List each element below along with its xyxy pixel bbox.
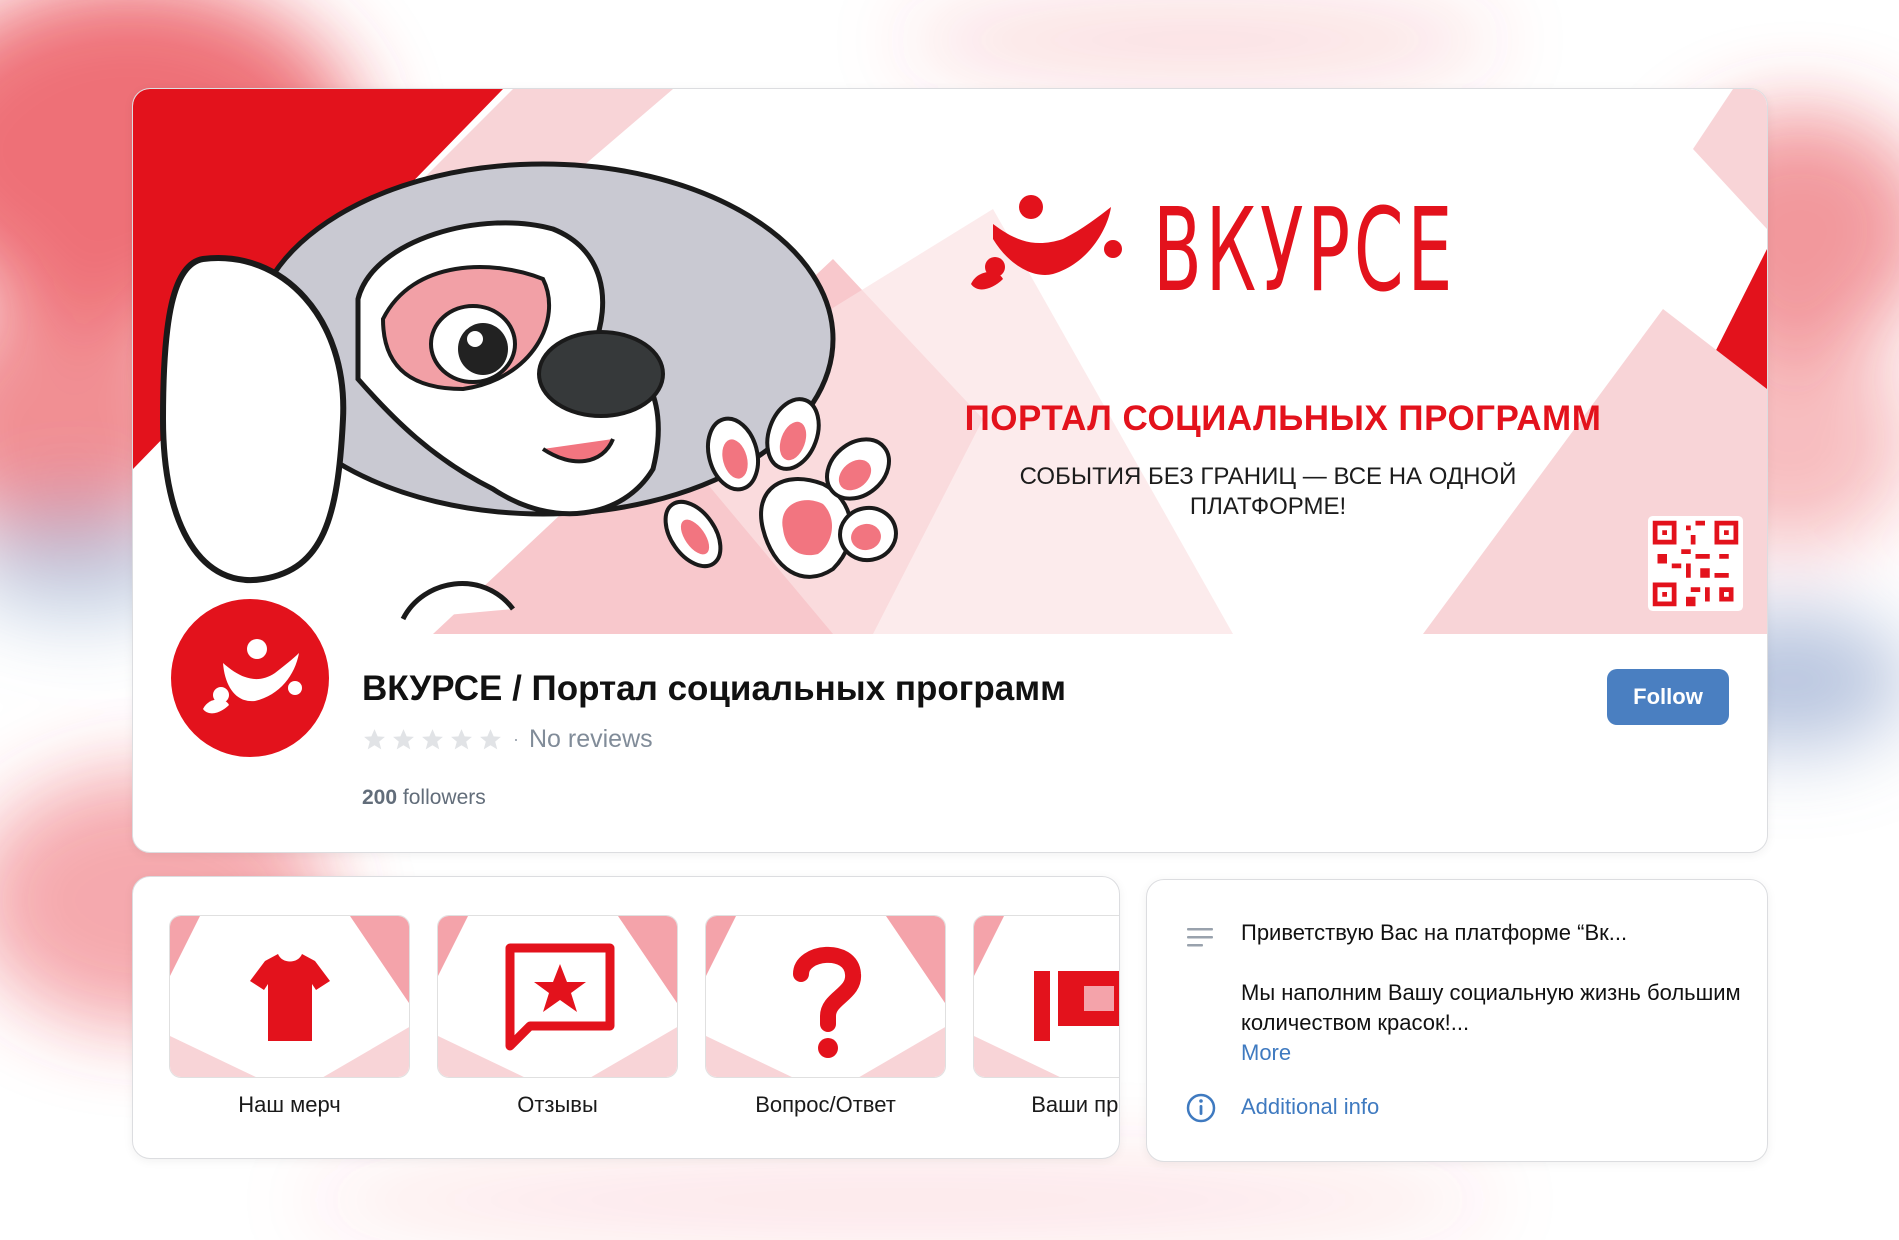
rating-row[interactable]: · No reviews bbox=[362, 725, 653, 754]
link-label: Наш мерч bbox=[238, 1092, 341, 1117]
link-label: Ваши предл bbox=[1031, 1092, 1119, 1117]
info-card: Приветствую Вас на платформе “Вк... Мы н… bbox=[1146, 879, 1768, 1162]
link-label: Отзывы bbox=[517, 1092, 598, 1117]
star-icon bbox=[364, 729, 385, 750]
cover-brand-wordmark: ВКУРСЕ bbox=[1153, 184, 1457, 318]
link-label: Вопрос/Ответ bbox=[755, 1092, 896, 1117]
reviews-text: No reviews bbox=[529, 725, 653, 753]
avatar[interactable] bbox=[168, 596, 332, 760]
star-icon bbox=[451, 729, 472, 750]
description-greeting: Приветствую Вас на платформе “Вк... bbox=[1241, 920, 1628, 945]
text-lines-icon bbox=[1187, 928, 1213, 947]
description: Приветствую Вас на платформе “Вк... Мы н… bbox=[1241, 918, 1741, 1068]
link-tile-reviews[interactable]: Отзывы bbox=[437, 915, 678, 1118]
cover-subtitle: ПОРТАЛ СОЦИАЛЬНЫХ ПРОГРАММ bbox=[964, 399, 1602, 438]
followers-count[interactable]: 200 followers bbox=[362, 786, 486, 810]
additional-info-link[interactable]: Additional info bbox=[1241, 1094, 1379, 1120]
followers-label: followers bbox=[402, 786, 486, 809]
page-title: ВКУРСЕ / Портал социальных программ bbox=[362, 669, 1066, 708]
followers-number: 200 bbox=[362, 786, 398, 809]
link-tile-suggestions[interactable]: Ваши предл bbox=[973, 915, 1119, 1118]
qr-code-icon bbox=[1648, 516, 1743, 611]
info-icon bbox=[1186, 1093, 1216, 1123]
cover-image bbox=[133, 89, 1767, 634]
description-body: Мы наполним Вашу социальную жизнь больши… bbox=[1241, 980, 1741, 1035]
link-tile-image bbox=[169, 915, 410, 1078]
star-icon bbox=[422, 729, 443, 750]
link-tile-image bbox=[973, 915, 1119, 1078]
link-tile-merch[interactable]: Наш мерч bbox=[169, 915, 410, 1118]
brand-logo-icon bbox=[203, 639, 302, 714]
link-tile-image bbox=[437, 915, 678, 1078]
link-tile-image bbox=[705, 915, 946, 1078]
more-link[interactable]: More bbox=[1241, 1038, 1741, 1068]
star-icon bbox=[480, 729, 501, 750]
cover-tagline: СОБЫТИЯ БЕЗ ГРАНИЦ — ВСЕ НА ОДНОЙ ПЛАТФО… bbox=[1019, 463, 1517, 520]
separator-dot: · bbox=[513, 729, 519, 749]
links-card: Наш мерч Отзывы Вопрос/Ответ Ваши пр bbox=[132, 876, 1120, 1159]
star-icon bbox=[393, 729, 414, 750]
profile-card: ВКУРСЕ ПОРТАЛ СОЦИАЛЬНЫХ ПРОГРАММ СОБЫТИ… bbox=[132, 88, 1768, 853]
follow-button[interactable]: Follow bbox=[1607, 669, 1729, 725]
link-tile-faq[interactable]: Вопрос/Ответ bbox=[705, 915, 946, 1118]
